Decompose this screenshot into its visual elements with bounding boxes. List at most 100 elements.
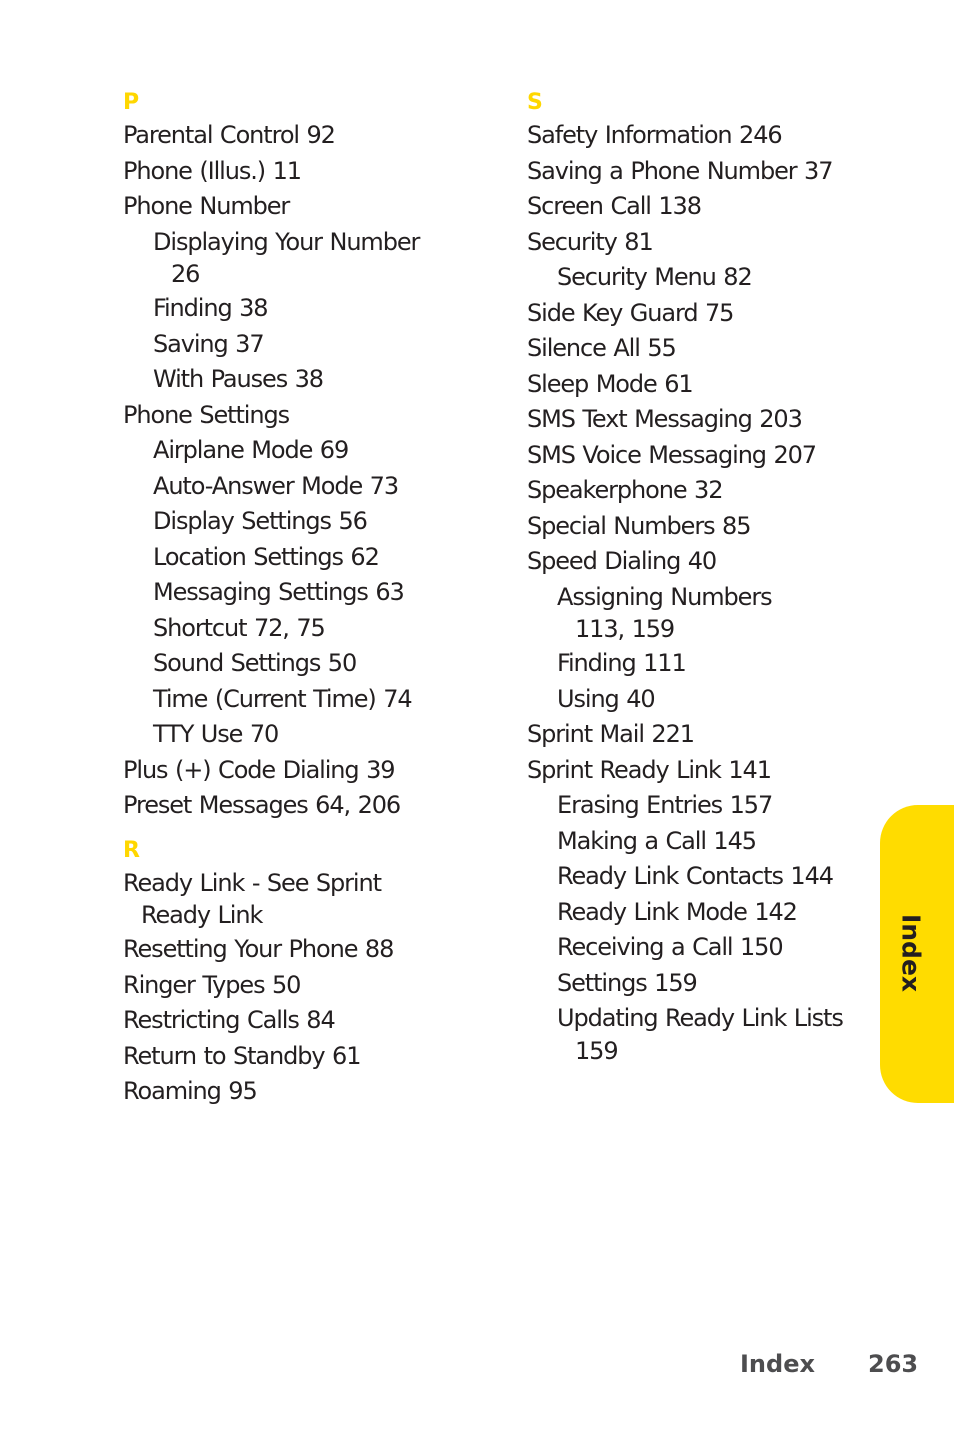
index-subentry: Finding 111 xyxy=(527,646,867,682)
entry-text: Settings 159 xyxy=(557,968,698,997)
entry-text: Special Numbers 85 xyxy=(527,511,751,540)
index-entry: Ringer Types 50 xyxy=(123,968,463,1004)
entry-text: Using 40 xyxy=(557,684,656,713)
section-p-entries: Parental Control 92 Phone (Illus.) 11 Phon… xyxy=(123,118,463,824)
footer-page-number: 263 xyxy=(868,1350,919,1378)
entry-text: Plus (+) Code Dialing 39 xyxy=(123,755,396,784)
index-entry: Special Numbers 85 xyxy=(527,509,867,545)
entry-text: Displaying Your Number xyxy=(153,227,420,256)
section-s-entries: Safety Information 246 Saving a Phone Num… xyxy=(527,118,867,1068)
index-subentry: Location Settings 62 xyxy=(123,540,463,576)
index-subentry: Receiving a Call 150 xyxy=(527,930,867,966)
index-entry: Screen Call 138 xyxy=(527,189,867,225)
index-entry: Sprint Mail 221 xyxy=(527,717,867,753)
index-subentry: Display Settings 56 xyxy=(123,504,463,540)
entry-text: Roaming 95 xyxy=(123,1077,258,1105)
section-r-entries: Ready Link - See Sprint Ready Link Resetti… xyxy=(123,866,463,1110)
entry-text: Assigning Numbers xyxy=(557,582,773,611)
index-subentry: Saving 37 xyxy=(123,327,463,363)
entry-text: Receiving a Call 150 xyxy=(557,933,784,961)
index-entry: Roaming 95 xyxy=(123,1074,463,1110)
index-subentry: Using 40 xyxy=(527,682,867,718)
index-subentry: Airplane Mode 69 xyxy=(123,433,463,469)
index-entry: Sleep Mode 61 xyxy=(527,367,867,403)
index-subentry: With Pauses 38 xyxy=(123,362,463,398)
index-subentry: Erasing Entries 157 xyxy=(527,788,867,824)
index-subentry: Finding 38 xyxy=(123,291,463,327)
entry-text: Sprint Ready Link 141 xyxy=(527,755,772,784)
index-entry: Restricting Calls 84 xyxy=(123,1003,463,1039)
entry-text: Security Menu 82 xyxy=(557,263,753,291)
entry-text: Shortcut 72, 75 xyxy=(153,613,326,642)
entry-text: Time (Current Time) 74 xyxy=(153,684,413,713)
index-entry: Silence All 55 xyxy=(527,331,867,367)
entry-text: Speakerphone 32 xyxy=(527,476,724,504)
index-subentry: Updating Ready Link Lists 159 xyxy=(527,1001,867,1068)
index-subentry: Sound Settings 50 xyxy=(123,646,463,682)
entry-continuation: Ready Link xyxy=(141,901,263,929)
section-letter-s: S xyxy=(527,90,543,115)
index-entry: Ready Link - See Sprint Ready Link xyxy=(123,866,463,933)
entry-text: Speed Dialing 40 xyxy=(527,547,717,575)
entry-text: With Pauses 38 xyxy=(153,365,324,393)
index-entry: Saving a Phone Number 37 xyxy=(527,154,867,190)
entry-text: TTY Use 70 xyxy=(153,720,279,748)
entry-text: Ringer Types 50 xyxy=(123,970,301,999)
index-entry: Preset Messages 64, 206 xyxy=(123,788,463,824)
index-entry: Speakerphone 32 xyxy=(527,473,867,509)
index-entry: Safety Information 246 xyxy=(527,118,867,154)
index-subentry: Time (Current Time) 74 xyxy=(123,682,463,718)
index-subentry: Shortcut 72, 75 xyxy=(123,611,463,647)
index-entry: Resetting Your Phone 88 xyxy=(123,932,463,968)
entry-text: Airplane Mode 69 xyxy=(153,436,349,464)
index-entry: Speed Dialing 40 xyxy=(527,544,867,580)
entry-text: Updating Ready Link Lists xyxy=(557,1004,844,1032)
entry-text: Finding 111 xyxy=(557,649,687,677)
entry-text: Parental Control 92 xyxy=(123,121,336,149)
entry-text: SMS Voice Messaging 207 xyxy=(527,440,817,469)
entry-continuation: 113, 159 xyxy=(575,615,675,643)
entry-text: Sound Settings 50 xyxy=(153,649,357,677)
index-subentry: Auto-Answer Mode 73 xyxy=(123,469,463,505)
entry-continuation: 159 xyxy=(575,1036,619,1065)
section-letter-p: P xyxy=(123,90,139,115)
entry-text: Saving a Phone Number 37 xyxy=(527,156,833,185)
entry-text: Finding 38 xyxy=(153,294,269,322)
entry-text: SMS Text Messaging 203 xyxy=(527,405,803,433)
entry-text: Sleep Mode 61 xyxy=(527,369,694,398)
index-entry: Phone Settings xyxy=(123,398,463,434)
index-subentry: Displaying Your Number 26 xyxy=(123,225,463,292)
entry-text: Erasing Entries 157 xyxy=(557,791,773,819)
index-entry: Return to Standby 61 xyxy=(123,1039,463,1075)
entry-text: Silence All 55 xyxy=(527,334,677,362)
entry-text: Phone (Illus.) 11 xyxy=(123,156,302,185)
index-subentry: Security Menu 82 xyxy=(527,260,867,296)
entry-text: Security 81 xyxy=(527,227,654,256)
entry-text: Ready Link Contacts 144 xyxy=(557,862,834,890)
entry-text: Location Settings 62 xyxy=(153,542,380,571)
entry-text: Ready Link Mode 142 xyxy=(557,897,798,926)
index-subentry: Ready Link Contacts 144 xyxy=(527,859,867,895)
entry-text: Screen Call 138 xyxy=(527,192,702,220)
index-subentry: Messaging Settings 63 xyxy=(123,575,463,611)
index-entry: Phone (Illus.) 11 xyxy=(123,154,463,190)
index-subentry: Making a Call 145 xyxy=(527,824,867,860)
entry-text: Phone Number xyxy=(123,192,290,220)
entry-text: Restricting Calls 84 xyxy=(123,1006,336,1034)
entry-text: Auto-Answer Mode 73 xyxy=(153,471,399,500)
index-entry: Sprint Ready Link 141 xyxy=(527,753,867,789)
index-entry: Plus (+) Code Dialing 39 xyxy=(123,753,463,789)
index-entry: Security 81 xyxy=(527,225,867,261)
index-entry: Phone Number xyxy=(123,189,463,225)
index-entry: Side Key Guard 75 xyxy=(527,296,867,332)
index-subentry: Assigning Numbers 113, 159 xyxy=(527,580,867,647)
entry-text: Saving 37 xyxy=(153,329,265,358)
entry-text: Sprint Mail 221 xyxy=(527,720,695,748)
index-column-left: P Parental Control 92 Phone (Illus.) 11 Ph… xyxy=(123,88,463,1110)
footer-section-label: Index xyxy=(740,1350,815,1378)
index-entry: SMS Text Messaging 203 xyxy=(527,402,867,438)
entry-text: Preset Messages 64, 206 xyxy=(123,791,401,819)
entry-text: Side Key Guard 75 xyxy=(527,298,734,327)
index-subentry: Settings 159 xyxy=(527,966,867,1002)
entry-text: Phone Settings xyxy=(123,400,290,429)
